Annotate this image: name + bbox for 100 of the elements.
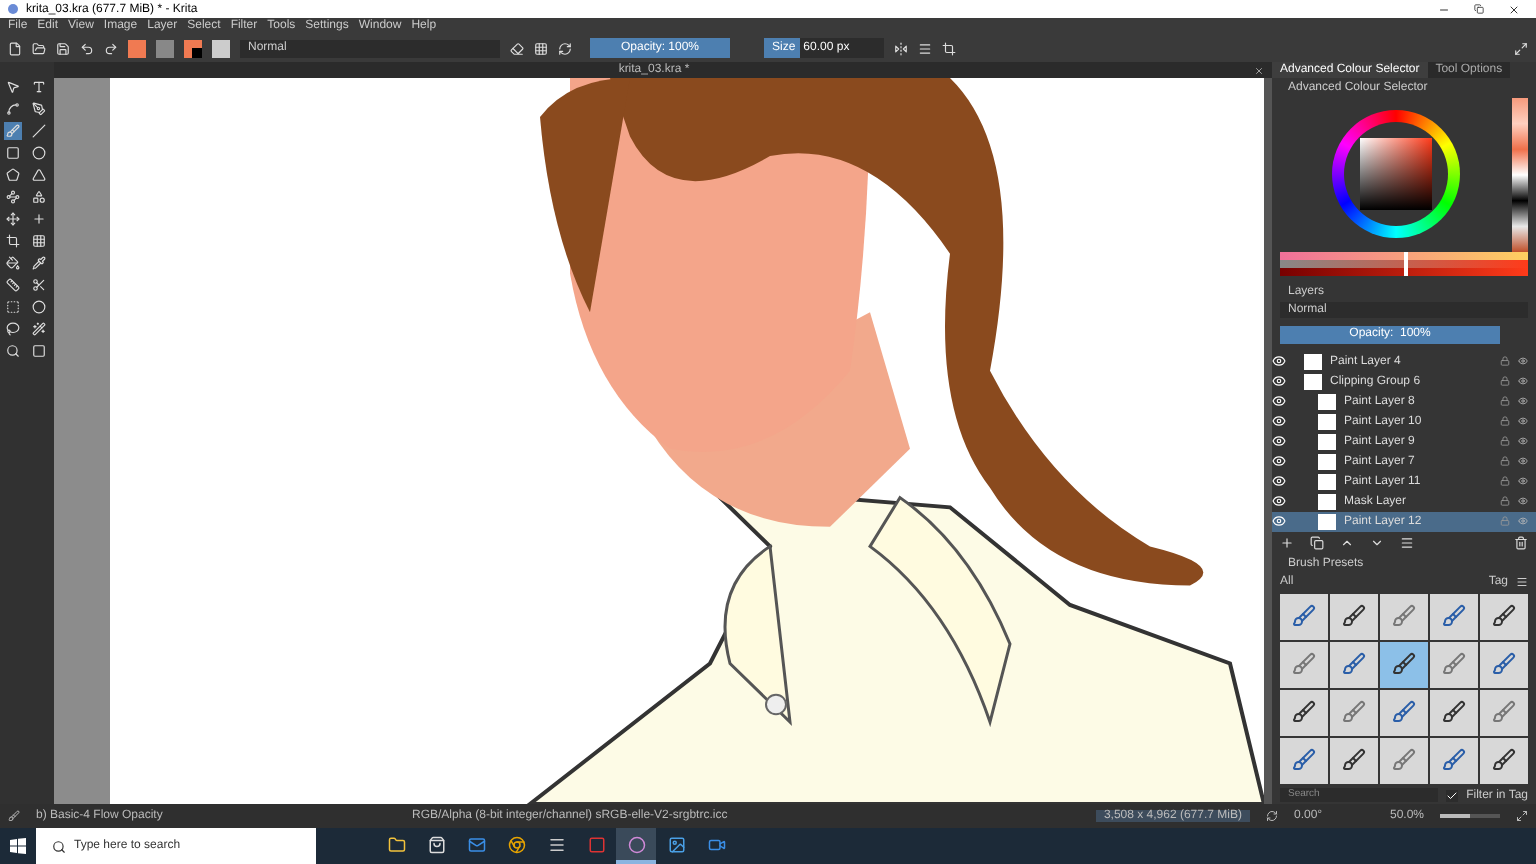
reload-icon[interactable]: [558, 41, 572, 55]
curve-icon[interactable]: [4, 100, 22, 118]
path-icon[interactable]: [4, 188, 22, 206]
brush-preset-tile[interactable]: [1330, 593, 1378, 640]
trash-icon[interactable]: [1514, 535, 1528, 550]
menu-icon[interactable]: [1400, 535, 1414, 550]
lock-icon[interactable]: [1500, 476, 1510, 487]
eye-icon[interactable]: [1518, 416, 1528, 427]
value-slider[interactable]: [1280, 260, 1528, 268]
brush-preset-tile[interactable]: [1280, 641, 1328, 688]
brush-icon: [1342, 700, 1366, 725]
brush-preset-tile[interactable]: [1330, 689, 1378, 736]
undo-icon[interactable]: [80, 41, 94, 55]
gradient-swatch[interactable]: [128, 39, 146, 57]
redo-icon[interactable]: [104, 41, 118, 55]
filter-checkbox[interactable]: [1446, 789, 1459, 802]
brush-preset-tile[interactable]: [1380, 593, 1428, 640]
lock-icon[interactable]: [1500, 356, 1510, 367]
lock-icon[interactable]: [1500, 376, 1510, 387]
polygon-icon[interactable]: [4, 166, 22, 184]
eye-icon[interactable]: [1518, 436, 1528, 447]
zoom-icon[interactable]: [4, 342, 22, 360]
folder-icon[interactable]: [32, 41, 46, 55]
lock-icon[interactable]: [1500, 416, 1510, 427]
brush-preset-tile[interactable]: [1480, 641, 1528, 688]
bucket-icon[interactable]: [4, 254, 22, 272]
brush-preset-tile[interactable]: [1480, 737, 1528, 784]
scissors-icon[interactable]: [29, 276, 47, 294]
saturation-slider[interactable]: [1280, 267, 1528, 276]
eye-icon[interactable]: [1518, 476, 1528, 487]
brush-preset-tile[interactable]: [1430, 641, 1478, 688]
brush-preset-tile[interactable]: [1430, 737, 1478, 784]
lasso-icon[interactable]: [4, 320, 22, 338]
lock-icon[interactable]: [1500, 396, 1510, 407]
colour-square[interactable]: [1360, 138, 1432, 211]
brush-preset-tile[interactable]: [1480, 593, 1528, 640]
pointer-icon[interactable]: [4, 78, 22, 96]
panel-icon[interactable]: [1514, 41, 1528, 55]
alpha-lock-icon[interactable]: [534, 41, 548, 55]
brush-preset-tile[interactable]: [1330, 641, 1378, 688]
ellipse-selection-icon[interactable]: [29, 298, 47, 316]
brush-preset-tile[interactable]: [1430, 689, 1478, 736]
ruler-icon[interactable]: [4, 276, 22, 294]
eye-icon[interactable]: [1518, 356, 1528, 367]
ellipse-icon[interactable]: [29, 144, 47, 162]
colour-swatch-icon[interactable]: [184, 39, 202, 57]
copy-icon[interactable]: [1310, 535, 1324, 550]
brush-preset-tile[interactable]: [1330, 737, 1378, 784]
move-icon[interactable]: [4, 210, 22, 228]
brush-icon: [1442, 748, 1466, 773]
wand-icon[interactable]: [29, 320, 47, 338]
pattern-swatch[interactable]: [156, 39, 174, 57]
brush-preset-tile[interactable]: [1280, 689, 1328, 736]
brush-icon: [1292, 700, 1316, 725]
brush-preset-swatch[interactable]: [212, 39, 230, 57]
eye-icon[interactable]: [1518, 376, 1528, 387]
eye-icon[interactable]: [1518, 396, 1528, 407]
grid-icon[interactable]: [29, 232, 47, 250]
brush-icon: [1392, 652, 1416, 677]
close-icon[interactable]: [1508, 3, 1520, 15]
save-icon[interactable]: [56, 41, 70, 55]
brush-icon: [1492, 748, 1516, 773]
brush-icon: [1342, 748, 1366, 773]
crop-icon[interactable]: [942, 41, 956, 55]
lock-icon[interactable]: [1500, 496, 1510, 507]
brush-preset-tile[interactable]: [1430, 593, 1478, 640]
new-file-icon[interactable]: [8, 41, 22, 55]
mirror-icon[interactable]: [894, 41, 908, 55]
brush-preset-tile[interactable]: [1380, 641, 1428, 688]
triangle-icon[interactable]: [29, 166, 47, 184]
menu-icon[interactable]: [1516, 575, 1528, 588]
brush-icon: [8, 810, 20, 822]
eraser-icon[interactable]: [510, 41, 524, 55]
lock-icon[interactable]: [1500, 456, 1510, 467]
brush-preset-tile[interactable]: [1380, 737, 1428, 784]
plus-icon[interactable]: [29, 210, 47, 228]
lock-icon[interactable]: [1500, 436, 1510, 447]
add-icon[interactable]: [1280, 535, 1294, 550]
brush-preset-tile[interactable]: [1380, 689, 1428, 736]
eye-icon[interactable]: [1518, 496, 1528, 507]
text-icon[interactable]: [29, 78, 47, 96]
brush-preset-tile[interactable]: [1280, 593, 1328, 640]
pipette-icon[interactable]: [29, 254, 47, 272]
square-icon[interactable]: [29, 342, 47, 360]
minimize-icon[interactable]: [1438, 3, 1450, 15]
up-icon[interactable]: [1340, 535, 1354, 550]
brush-preset-tile[interactable]: [1280, 737, 1328, 784]
shapes-icon[interactable]: [29, 188, 47, 206]
rectangle-icon[interactable]: [4, 144, 22, 162]
maximize-icon[interactable]: [1474, 4, 1484, 14]
line-icon[interactable]: [29, 122, 47, 140]
crop-icon[interactable]: [4, 232, 22, 250]
wrap-icon[interactable]: [918, 41, 932, 55]
brush-icon: [1492, 604, 1516, 629]
hue-slider[interactable]: [1280, 252, 1528, 261]
pen-icon[interactable]: [29, 100, 47, 118]
brush-icon: [1292, 652, 1316, 677]
down-icon[interactable]: [1370, 535, 1384, 550]
eye-icon[interactable]: [1518, 456, 1528, 467]
brush-preset-tile[interactable]: [1480, 689, 1528, 736]
